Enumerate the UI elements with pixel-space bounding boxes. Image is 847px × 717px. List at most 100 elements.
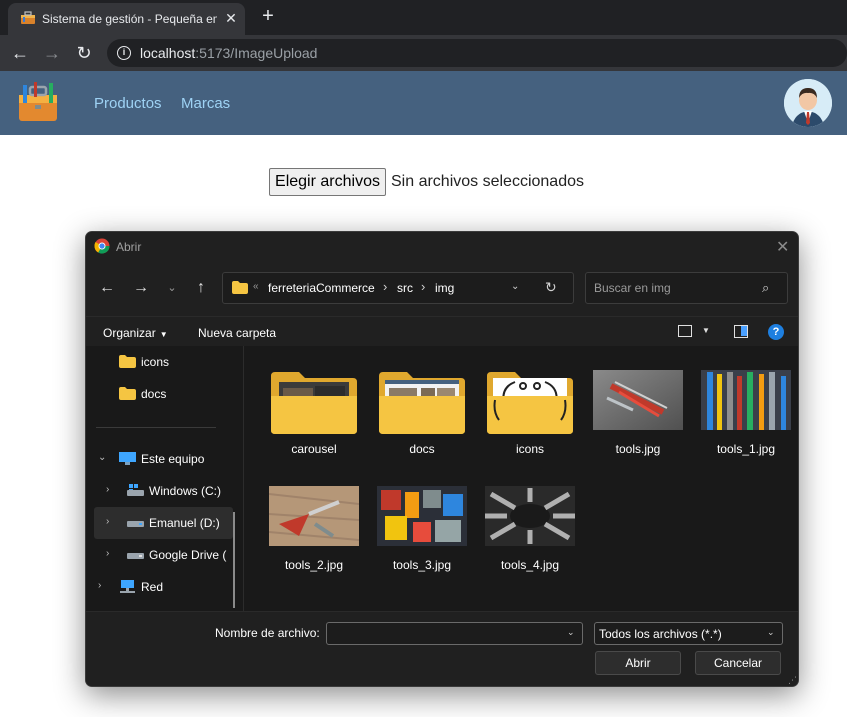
browser-tab-strip: Sistema de gestión - Pequeña empresa ✕ + — [0, 0, 847, 35]
back-arrow-icon[interactable]: ← — [10, 43, 30, 63]
view-mode-icon[interactable] — [678, 325, 692, 337]
user-avatar-icon — [784, 79, 832, 127]
dialog-navigation-bar: ← → ⌄ ↑ « ferreteriaCommerce › src › img… — [86, 261, 798, 316]
folder-icon — [379, 372, 465, 434]
drive-icon — [127, 521, 144, 527]
chevron-down-icon: ⌄ — [767, 627, 775, 637]
file-item-tools-jpg[interactable]: tools.jpg — [588, 356, 688, 464]
resize-grip-icon[interactable]: ⋰ — [788, 675, 798, 685]
tab-title: Sistema de gestión - Pequeña empresa — [42, 12, 217, 26]
browser-toolbar: ← → ↻ i localhost:5173/ImageUpload — [0, 35, 847, 71]
nav-item-emanuel-d[interactable]: › Emanuel (D:) — [94, 507, 233, 539]
search-input[interactable] — [594, 281, 754, 295]
chevron-down-icon[interactable]: ⌄ — [567, 627, 575, 638]
navigation-pane: icons docs ⌄ Este equipo › Windows (C:) … — [86, 346, 243, 611]
nav-item-google-drive[interactable]: › Google Drive ( — [94, 539, 233, 571]
up-arrow-icon[interactable]: ↑ — [191, 278, 211, 298]
image-thumbnail — [593, 370, 683, 430]
file-name: tools_4.jpg — [500, 558, 560, 572]
nav-link-productos[interactable]: Productos — [94, 95, 162, 112]
dialog-close-icon[interactable]: ✕ — [776, 237, 789, 257]
breadcrumb-overflow-icon[interactable]: « — [253, 281, 259, 292]
breadcrumb-item[interactable]: img — [435, 281, 454, 295]
nav-pane-scrollbar[interactable] — [233, 512, 235, 608]
breadcrumb-item[interactable]: src — [397, 281, 413, 295]
folder-icon — [487, 372, 573, 434]
forward-arrow-icon[interactable]: → — [42, 43, 62, 63]
back-arrow-icon[interactable]: ← — [97, 278, 117, 298]
breadcrumb-separator-icon: › — [421, 279, 426, 294]
app-header: Productos Marcas — [0, 71, 847, 135]
organize-menu-button[interactable]: Organizar ▼ — [103, 326, 168, 340]
chevron-right-icon[interactable]: › — [106, 484, 109, 495]
folder-icon — [232, 281, 248, 294]
search-icon[interactable]: ⌕ — [762, 280, 769, 296]
user-avatar[interactable] — [784, 79, 832, 127]
file-name: carousel — [291, 442, 337, 456]
breadcrumb-item[interactable]: ferreteriaCommerce — [268, 281, 375, 295]
chevron-right-icon[interactable]: › — [106, 548, 109, 559]
chevron-down-icon[interactable]: ⌄ — [98, 452, 106, 463]
nav-link-marcas[interactable]: Marcas — [181, 95, 230, 112]
network-icon — [120, 580, 135, 593]
nav-item-docs[interactable]: docs — [94, 378, 233, 410]
file-name: docs — [409, 442, 435, 456]
folder-icon — [119, 387, 136, 400]
filetype-value: Todos los archivos (*.*) — [599, 627, 722, 641]
site-info-icon[interactable]: i — [117, 46, 131, 60]
file-item-tools-2-jpg[interactable]: tools_2.jpg — [264, 472, 364, 580]
forward-arrow-icon[interactable]: → — [131, 278, 151, 298]
nav-item-windows-c[interactable]: › Windows (C:) — [94, 475, 233, 507]
chevron-right-icon[interactable]: › — [98, 580, 101, 591]
folder-icon — [119, 355, 136, 368]
nav-item-icons[interactable]: icons — [94, 346, 233, 378]
choose-files-button[interactable]: Elegir archivos — [269, 168, 386, 196]
chevron-right-icon[interactable]: › — [106, 516, 109, 527]
file-item-tools-4-jpg[interactable]: tools_4.jpg — [480, 472, 580, 580]
file-list: carousel docs icons tools.jpg tools_1.jp… — [244, 346, 798, 611]
chrome-icon — [94, 238, 110, 254]
help-icon[interactable]: ? — [768, 324, 784, 340]
dialog-footer: Nombre de archivo: ⌄ Todos los archivos … — [86, 611, 798, 686]
path-breadcrumb[interactable]: « ferreteriaCommerce › src › img ⌄ ↻ — [222, 272, 574, 304]
file-item-icons[interactable]: icons — [480, 356, 580, 464]
recent-locations-chevron-icon[interactable]: ⌄ — [162, 278, 182, 298]
file-name: tools_3.jpg — [392, 558, 452, 572]
chevron-down-icon: ▼ — [159, 330, 168, 339]
new-tab-icon[interactable]: + — [258, 6, 278, 26]
folder-search-box[interactable]: ⌕ — [585, 272, 788, 304]
breadcrumb-separator-icon: › — [383, 279, 388, 294]
dialog-title-bar: Abrir ✕ — [86, 232, 798, 261]
file-item-docs[interactable]: docs — [372, 356, 472, 464]
file-open-dialog: Abrir ✕ ← → ⌄ ↑ « ferreteriaCommerce › s… — [85, 231, 799, 687]
nav-item-this-pc[interactable]: ⌄ Este equipo — [94, 443, 233, 475]
chevron-down-icon[interactable]: ▼ — [702, 326, 710, 335]
preview-pane-icon[interactable] — [734, 325, 748, 338]
nav-divider — [96, 427, 216, 428]
cancel-button[interactable]: Cancelar — [695, 651, 781, 675]
chevron-down-icon[interactable]: ⌄ — [511, 281, 519, 292]
tab-close-icon[interactable]: ✕ — [223, 10, 239, 26]
filename-label: Nombre de archivo: — [215, 626, 320, 640]
file-item-tools-3-jpg[interactable]: tools_3.jpg — [372, 472, 472, 580]
toolbox-favicon-icon — [21, 11, 35, 24]
browser-tab[interactable]: Sistema de gestión - Pequeña empresa ✕ — [8, 3, 245, 35]
filetype-select[interactable]: Todos los archivos (*.*) ⌄ — [594, 622, 783, 645]
file-item-tools-1-jpg[interactable]: tools_1.jpg — [696, 356, 796, 464]
toolbox-logo-icon[interactable] — [16, 79, 60, 125]
file-name: tools_1.jpg — [716, 442, 776, 456]
drive-icon — [127, 553, 144, 559]
folder-icon — [271, 372, 357, 434]
refresh-icon[interactable]: ↻ — [545, 279, 557, 296]
new-folder-button[interactable]: Nueva carpeta — [198, 326, 276, 340]
dialog-title: Abrir — [116, 240, 142, 254]
reload-icon[interactable]: ↻ — [74, 43, 94, 63]
image-thumbnail — [485, 486, 575, 546]
address-bar[interactable]: i localhost:5173/ImageUpload — [107, 39, 847, 67]
filename-combobox[interactable]: ⌄ — [326, 622, 583, 645]
image-thumbnail — [269, 486, 359, 546]
open-button[interactable]: Abrir — [595, 651, 681, 675]
file-item-carousel[interactable]: carousel — [264, 356, 364, 464]
filename-input[interactable] — [331, 626, 556, 640]
nav-item-network[interactable]: › Red — [94, 571, 233, 603]
